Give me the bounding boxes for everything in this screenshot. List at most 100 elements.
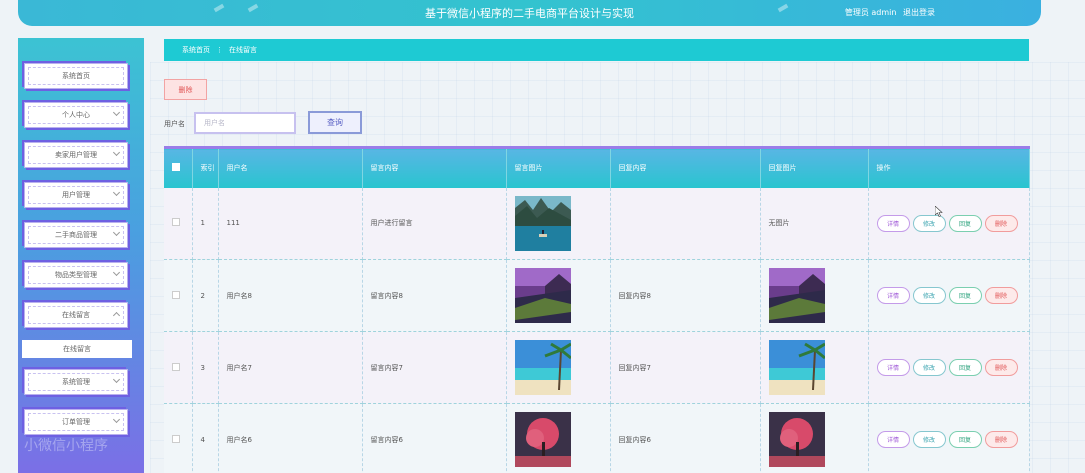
actions-cell: 详情 修改 回复 删除 [868, 187, 1030, 260]
actions-cell: 详情 修改 回复 删除 [868, 403, 1030, 473]
content-cell: 留言内容8 [362, 259, 507, 332]
message-image-coast-sunset [514, 268, 571, 323]
chevron-down-icon [112, 228, 121, 237]
reply-button[interactable]: 回复 [948, 359, 982, 376]
sidebar-item-home[interactable]: 系统首页 [24, 63, 128, 89]
chevron-down-icon [112, 188, 121, 197]
row-select-cell[interactable] [164, 331, 193, 404]
select-all-checkbox[interactable] [172, 163, 180, 172]
column-header: 用户名 [218, 146, 363, 188]
sidebar: 系统首页 个人中心 卖家用户管理 用户管理 二手商品管理 物品类型管理 在线留言… [18, 38, 144, 473]
sidebar-item-label: 用户管理 [62, 191, 90, 199]
chevron-down-icon [112, 268, 121, 277]
query-button[interactable]: 查询 [308, 111, 362, 134]
reply-image-coast-sunset [768, 268, 825, 323]
username-search-input[interactable] [194, 112, 296, 134]
sidebar-item-orders[interactable]: 订单管理 [24, 409, 128, 435]
content-cell: 留言内容6 [362, 403, 507, 473]
sidebar-item-messages[interactable]: 在线留言 [24, 302, 128, 328]
user-info: 管理员 admin 退出登录 [845, 7, 935, 18]
chevron-down-icon [112, 375, 121, 384]
reply-image-cell [760, 259, 869, 332]
select-all-header[interactable] [164, 146, 193, 188]
edit-button[interactable]: 修改 [912, 214, 946, 232]
chevron-down-icon [112, 415, 121, 424]
delete-button[interactable]: 删除 [984, 431, 1018, 448]
table-header-row: 索引 用户名 留言内容 留言图片 回复内容 回复图片 操作 [164, 146, 1030, 188]
message-image-cell [506, 259, 611, 332]
sidebar-item-label: 系统首页 [62, 72, 90, 80]
sidebar-item-item-types[interactable]: 物品类型管理 [24, 262, 128, 288]
chevron-up-icon [112, 311, 121, 320]
reply-cell: 回复内容7 [610, 331, 761, 404]
breadcrumb-home[interactable]: 系统首页 [182, 45, 210, 55]
watermark-text: 小微信小程序 [24, 438, 108, 454]
content-cell: 留言内容7 [362, 331, 507, 404]
table-row: 4 用户名6 留言内容6 回复内容6 详情 修改 回复 删除 [164, 403, 1030, 473]
row-select-cell[interactable] [164, 403, 193, 473]
messages-table: 索引 用户名 留言内容 留言图片 回复内容 回复图片 操作 1 111 用户进行… [164, 146, 1030, 473]
breadcrumb-current: 在线留言 [229, 46, 257, 54]
actions-cell: 详情 修改 回复 删除 [868, 331, 1030, 404]
sidebar-item-products[interactable]: 二手商品管理 [24, 222, 128, 248]
row-select-cell[interactable] [164, 187, 193, 260]
sidebar-item-seller-users[interactable]: 卖家用户管理 [24, 142, 128, 168]
reply-button[interactable]: 回复 [948, 287, 982, 304]
username-cell: 用户名7 [218, 331, 363, 404]
sidebar-item-label: 系统管理 [62, 378, 90, 386]
reply-cell: 回复内容6 [610, 403, 761, 473]
breadcrumb-separator: ⋮ [216, 46, 223, 54]
username-cell: 111 [218, 187, 363, 260]
reply-cell [610, 187, 761, 260]
detail-button[interactable]: 详情 [876, 214, 910, 232]
sidebar-item-label: 订单管理 [62, 418, 90, 426]
logout-link[interactable]: 退出登录 [903, 8, 935, 17]
sidebar-item-label: 在线留言 [62, 311, 90, 319]
table-row: 2 用户名8 留言内容8 回复内容8 详情 修改 回复 删除 [164, 259, 1030, 332]
sidebar-item-profile[interactable]: 个人中心 [24, 102, 128, 128]
reply-image-cell: 无图片 [760, 187, 869, 260]
sidebar-item-label: 二手商品管理 [55, 231, 97, 239]
row-checkbox[interactable] [172, 362, 180, 371]
sidebar-item-label: 物品类型管理 [55, 271, 97, 279]
delete-button[interactable]: 删除 [984, 287, 1018, 304]
index-cell: 1 [192, 187, 219, 260]
message-image-cell [506, 403, 611, 473]
actions-cell: 详情 修改 回复 删除 [868, 259, 1030, 332]
delete-button[interactable]: 删除 [984, 359, 1018, 376]
index-cell: 4 [192, 403, 219, 473]
column-header: 留言图片 [506, 146, 611, 188]
column-header: 回复图片 [760, 146, 869, 188]
sidebar-item-users[interactable]: 用户管理 [24, 182, 128, 208]
submenu-item-messages[interactable]: 在线留言 [22, 340, 132, 358]
mouse-cursor-icon [935, 206, 943, 217]
detail-button[interactable]: 详情 [876, 431, 910, 448]
top-header: 基于微信小程序的二手电商平台设计与实现 管理员 admin 退出登录 [18, 0, 1041, 26]
delete-button[interactable]: 删除 [984, 214, 1018, 232]
admin-label: 管理员 admin [844, 8, 897, 17]
table-row: 3 用户名7 留言内容7 回复内容7 详情 修改 回复 删除 [164, 331, 1030, 404]
row-checkbox[interactable] [172, 434, 180, 443]
row-checkbox[interactable] [172, 290, 180, 299]
batch-delete-button[interactable]: 删除 [164, 79, 207, 100]
message-image-pink-tree [514, 412, 571, 467]
row-checkbox[interactable] [172, 218, 180, 227]
reply-image-pink-tree [768, 412, 825, 467]
detail-button[interactable]: 详情 [876, 287, 910, 304]
edit-button[interactable]: 修改 [912, 287, 946, 304]
row-select-cell[interactable] [164, 259, 193, 332]
edit-button[interactable]: 修改 [912, 431, 946, 448]
edit-button[interactable]: 修改 [912, 359, 946, 376]
reply-image-cell [760, 331, 869, 404]
reply-button[interactable]: 回复 [948, 431, 982, 448]
username-cell: 用户名8 [218, 259, 363, 332]
sidebar-item-label: 卖家用户管理 [55, 151, 97, 159]
reply-image-cell [760, 403, 869, 473]
chevron-down-icon [112, 108, 121, 117]
detail-button[interactable]: 详情 [876, 359, 910, 376]
reply-image-palm-beach [768, 340, 825, 395]
sidebar-item-system[interactable]: 系统管理 [24, 369, 128, 395]
reply-button[interactable]: 回复 [948, 214, 982, 232]
column-header: 回复内容 [610, 146, 761, 188]
chevron-down-icon [112, 148, 121, 157]
